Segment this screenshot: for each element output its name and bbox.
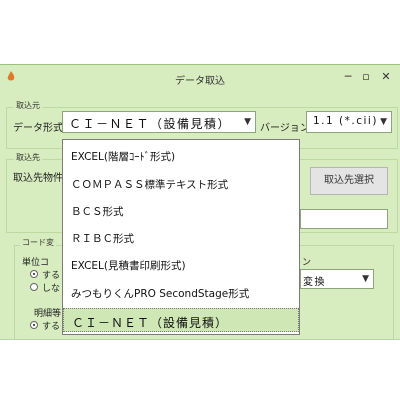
unit-radio-no[interactable] — [30, 283, 38, 291]
select-dest-button[interactable]: 取込先選択 — [310, 167, 388, 195]
version-select[interactable]: 1.1 (*.cii) ▼ — [306, 111, 392, 133]
maximize-icon[interactable]: ▫ — [357, 70, 375, 84]
chevron-down-icon[interactable]: ▼ — [380, 117, 387, 127]
chevron-down-icon[interactable]: ▼ — [362, 274, 369, 284]
import-dest-label: 取込先 — [14, 152, 42, 163]
unit-radio-yes-label: する — [42, 271, 61, 281]
detail-radio-yes-label: する — [42, 322, 61, 332]
chevron-down-icon[interactable]: ▼ — [244, 117, 251, 127]
detail-label: 明細等 — [34, 309, 62, 319]
detail-radio-yes[interactable] — [30, 321, 38, 329]
partial-label: ン — [302, 258, 312, 268]
version-value: 1.1 (*.cii) — [313, 115, 378, 127]
format-option[interactable]: EXCEL(見積書印刷形式) — [63, 253, 299, 277]
format-option[interactable]: みつもりくんPRO SecondStage形式 — [63, 281, 299, 305]
format-option[interactable]: ＣＯＭＰＡＳＳ標準テキスト形式 — [63, 172, 299, 196]
version-label: バージョン — [260, 123, 310, 134]
dest-property-label: 取込先物件 — [13, 173, 63, 184]
close-icon[interactable]: ✕ — [377, 70, 395, 84]
import-dialog: データ取込 ─ ▫ ✕ 取込元 データ形式 ＣＩ－ＮＥＴ（設備見積） ▼ バージ… — [0, 64, 400, 340]
unit-code-label: 単位コ — [22, 258, 50, 268]
data-format-value: ＣＩ－ＮＥＴ（設備見積） — [69, 117, 232, 131]
dest-property-field[interactable] — [300, 209, 388, 229]
format-option[interactable]: EXCEL(階層ｺｰﾄﾞ形式) — [63, 144, 299, 168]
title-bar: データ取込 ─ ▫ ✕ — [0, 65, 400, 91]
convert-value: 変換 — [303, 277, 326, 288]
format-option-selected[interactable]: ＣＩ－ＮＥＴ（設備見積） — [63, 308, 299, 332]
data-format-dropdown-list: EXCEL(階層ｺｰﾄﾞ形式) ＣＯＭＰＡＳＳ標準テキスト形式 ＢＣＳ形式 ＲＩ… — [62, 139, 300, 335]
data-format-label: データ形式 — [13, 123, 63, 134]
data-format-select[interactable]: ＣＩ－ＮＥＴ（設備見積） ▼ — [62, 111, 256, 133]
format-option[interactable]: ＢＣＳ形式 — [63, 199, 299, 223]
format-option[interactable]: ＲＩＢＣ形式 — [63, 226, 299, 250]
code-conversion-label: コード変 — [20, 237, 56, 248]
convert-select[interactable]: 変換 ▼ — [300, 269, 374, 289]
unit-radio-no-label: しな — [42, 284, 61, 294]
unit-radio-yes[interactable] — [30, 270, 38, 278]
import-source-label: 取込元 — [14, 100, 42, 111]
minimize-icon[interactable]: ─ — [339, 70, 357, 84]
